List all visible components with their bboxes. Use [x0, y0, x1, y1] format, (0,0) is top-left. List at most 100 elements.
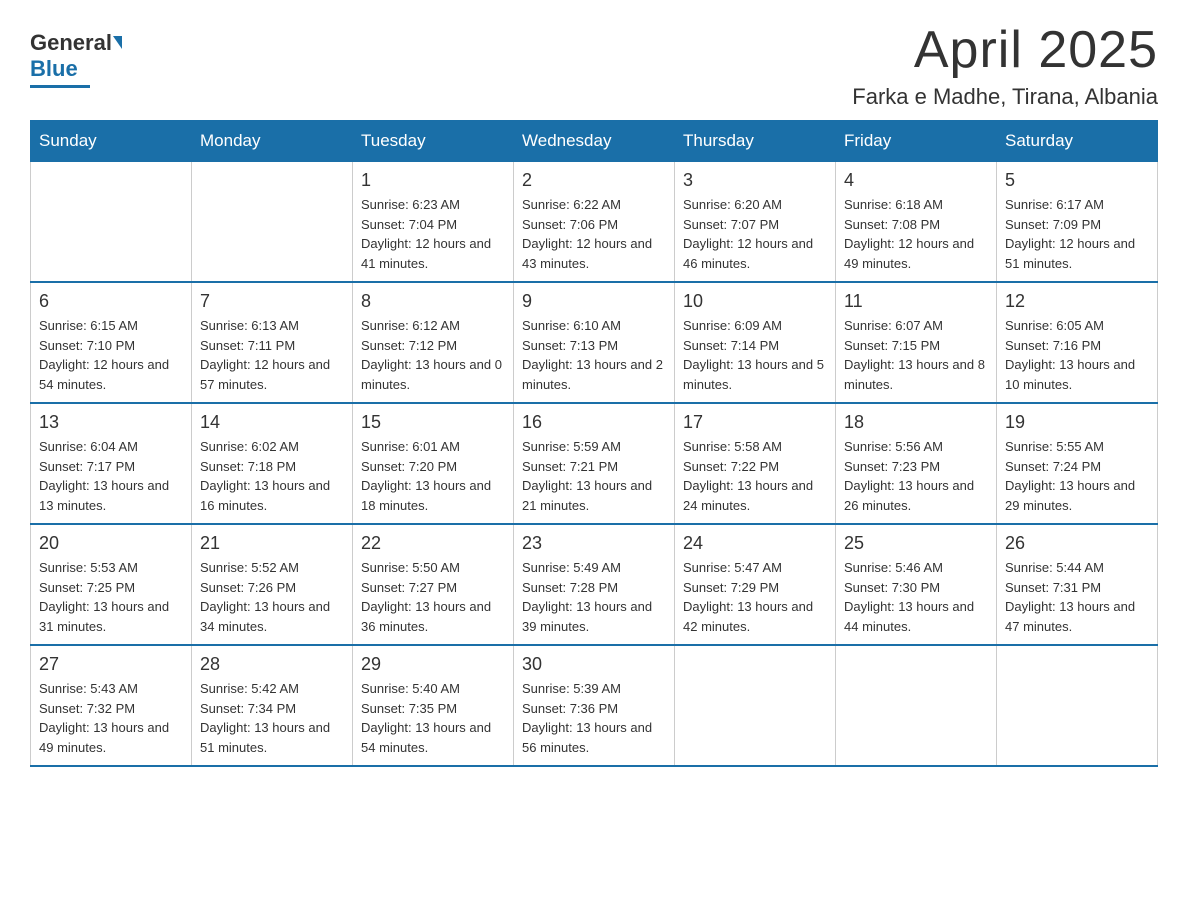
- cell-day-number: 11: [844, 291, 988, 312]
- calendar-day-header: Wednesday: [514, 121, 675, 162]
- cell-info-text: Sunrise: 5:53 AM Sunset: 7:25 PM Dayligh…: [39, 558, 183, 636]
- cell-info-text: Sunrise: 6:07 AM Sunset: 7:15 PM Dayligh…: [844, 316, 988, 394]
- calendar-week-row: 27 Sunrise: 5:43 AM Sunset: 7:32 PM Dayli…: [31, 645, 1158, 766]
- cell-day-number: 18: [844, 412, 988, 433]
- calendar-cell: 25Sunrise: 5:46 AM Sunset: 7:30 PM Dayli…: [836, 524, 997, 645]
- cell-info-text: Sunrise: 6:09 AM Sunset: 7:14 PM Dayligh…: [683, 316, 827, 394]
- calendar-table: SundayMondayTuesdayWednesdayThursdayFrid…: [30, 120, 1158, 767]
- calendar-cell: 2 Sunrise: 6:22 AM Sunset: 7:06 PM Daylig…: [514, 162, 675, 283]
- calendar-cell: 1 Sunrise: 6:23 AM Sunset: 7:04 PM Daylig…: [353, 162, 514, 283]
- calendar-cell: 11 Sunrise: 6:07 AM Sunset: 7:15 PM Dayli…: [836, 282, 997, 403]
- calendar-day-header: Friday: [836, 121, 997, 162]
- cell-day-number: 9: [522, 291, 666, 312]
- cell-day-number: 30: [522, 654, 666, 675]
- calendar-week-row: 13 Sunrise: 6:04 AM Sunset: 7:17 PM Dayli…: [31, 403, 1158, 524]
- cell-day-number: 16: [522, 412, 666, 433]
- cell-info-text: Sunrise: 6:05 AM Sunset: 7:16 PM Dayligh…: [1005, 316, 1149, 394]
- calendar-cell: 23Sunrise: 5:49 AM Sunset: 7:28 PM Dayli…: [514, 524, 675, 645]
- calendar-cell: 20 Sunrise: 5:53 AM Sunset: 7:25 PM Dayli…: [31, 524, 192, 645]
- cell-day-number: 6: [39, 291, 183, 312]
- cell-info-text: Sunrise: 6:18 AM Sunset: 7:08 PM Dayligh…: [844, 195, 988, 273]
- calendar-day-header: Tuesday: [353, 121, 514, 162]
- logo-arrow-icon: [113, 36, 122, 49]
- cell-info-text: Sunrise: 5:44 AM Sunset: 7:31 PM Dayligh…: [1005, 558, 1149, 636]
- cell-info-text: Sunrise: 6:23 AM Sunset: 7:04 PM Dayligh…: [361, 195, 505, 273]
- cell-info-text: Sunrise: 5:40 AM Sunset: 7:35 PM Dayligh…: [361, 679, 505, 757]
- cell-info-text: Sunrise: 6:20 AM Sunset: 7:07 PM Dayligh…: [683, 195, 827, 273]
- calendar-cell: 26 Sunrise: 5:44 AM Sunset: 7:31 PM Dayli…: [997, 524, 1158, 645]
- cell-info-text: Sunrise: 6:22 AM Sunset: 7:06 PM Dayligh…: [522, 195, 666, 273]
- cell-day-number: 24: [683, 533, 827, 554]
- calendar-cell: [997, 645, 1158, 766]
- cell-info-text: Sunrise: 5:39 AM Sunset: 7:36 PM Dayligh…: [522, 679, 666, 757]
- calendar-day-header: Thursday: [675, 121, 836, 162]
- cell-info-text: Sunrise: 6:13 AM Sunset: 7:11 PM Dayligh…: [200, 316, 344, 394]
- calendar-cell: 29Sunrise: 5:40 AM Sunset: 7:35 PM Dayli…: [353, 645, 514, 766]
- cell-day-number: 26: [1005, 533, 1149, 554]
- cell-day-number: 27: [39, 654, 183, 675]
- cell-info-text: Sunrise: 6:01 AM Sunset: 7:20 PM Dayligh…: [361, 437, 505, 515]
- cell-info-text: Sunrise: 5:55 AM Sunset: 7:24 PM Dayligh…: [1005, 437, 1149, 515]
- calendar-cell: 5Sunrise: 6:17 AM Sunset: 7:09 PM Daylig…: [997, 162, 1158, 283]
- calendar-week-row: 20 Sunrise: 5:53 AM Sunset: 7:25 PM Dayli…: [31, 524, 1158, 645]
- calendar-cell: 22 Sunrise: 5:50 AM Sunset: 7:27 PM Dayli…: [353, 524, 514, 645]
- cell-info-text: Sunrise: 5:59 AM Sunset: 7:21 PM Dayligh…: [522, 437, 666, 515]
- logo-blue-text: Blue: [30, 56, 78, 81]
- calendar-cell: 15 Sunrise: 6:01 AM Sunset: 7:20 PM Dayli…: [353, 403, 514, 524]
- logo-general-text: General: [30, 30, 112, 56]
- cell-day-number: 10: [683, 291, 827, 312]
- cell-day-number: 13: [39, 412, 183, 433]
- cell-day-number: 21: [200, 533, 344, 554]
- cell-day-number: 19: [1005, 412, 1149, 433]
- cell-info-text: Sunrise: 5:50 AM Sunset: 7:27 PM Dayligh…: [361, 558, 505, 636]
- calendar-cell: 16 Sunrise: 5:59 AM Sunset: 7:21 PM Dayli…: [514, 403, 675, 524]
- main-title: April 2025: [852, 20, 1158, 80]
- calendar-cell: 14Sunrise: 6:02 AM Sunset: 7:18 PM Dayli…: [192, 403, 353, 524]
- calendar-week-row: 6 Sunrise: 6:15 AM Sunset: 7:10 PM Daylig…: [31, 282, 1158, 403]
- calendar-cell: 24 Sunrise: 5:47 AM Sunset: 7:29 PM Dayli…: [675, 524, 836, 645]
- calendar-cell: 28Sunrise: 5:42 AM Sunset: 7:34 PM Dayli…: [192, 645, 353, 766]
- calendar-cell: 10 Sunrise: 6:09 AM Sunset: 7:14 PM Dayli…: [675, 282, 836, 403]
- cell-info-text: Sunrise: 5:47 AM Sunset: 7:29 PM Dayligh…: [683, 558, 827, 636]
- cell-day-number: 14: [200, 412, 344, 433]
- cell-day-number: 2: [522, 170, 666, 191]
- calendar-cell: 6 Sunrise: 6:15 AM Sunset: 7:10 PM Daylig…: [31, 282, 192, 403]
- cell-info-text: Sunrise: 6:10 AM Sunset: 7:13 PM Dayligh…: [522, 316, 666, 394]
- cell-day-number: 7: [200, 291, 344, 312]
- logo-underline: [30, 85, 90, 88]
- cell-day-number: 12: [1005, 291, 1149, 312]
- calendar-cell: 17Sunrise: 5:58 AM Sunset: 7:22 PM Dayli…: [675, 403, 836, 524]
- cell-day-number: 4: [844, 170, 988, 191]
- calendar-cell: [836, 645, 997, 766]
- logo-blue-part: [112, 36, 122, 51]
- title-block: April 2025 Farka e Madhe, Tirana, Albani…: [852, 20, 1158, 110]
- calendar-cell: [31, 162, 192, 283]
- cell-day-number: 20: [39, 533, 183, 554]
- calendar-cell: 30 Sunrise: 5:39 AM Sunset: 7:36 PM Dayli…: [514, 645, 675, 766]
- cell-day-number: 1: [361, 170, 505, 191]
- calendar-cell: 18Sunrise: 5:56 AM Sunset: 7:23 PM Dayli…: [836, 403, 997, 524]
- cell-info-text: Sunrise: 5:58 AM Sunset: 7:22 PM Dayligh…: [683, 437, 827, 515]
- cell-info-text: Sunrise: 6:04 AM Sunset: 7:17 PM Dayligh…: [39, 437, 183, 515]
- calendar-cell: [192, 162, 353, 283]
- cell-day-number: 23: [522, 533, 666, 554]
- cell-day-number: 8: [361, 291, 505, 312]
- logo: General Blue: [30, 30, 122, 88]
- calendar-cell: 19 Sunrise: 5:55 AM Sunset: 7:24 PM Dayli…: [997, 403, 1158, 524]
- subtitle: Farka e Madhe, Tirana, Albania: [852, 84, 1158, 110]
- cell-info-text: Sunrise: 6:15 AM Sunset: 7:10 PM Dayligh…: [39, 316, 183, 394]
- cell-info-text: Sunrise: 5:46 AM Sunset: 7:30 PM Dayligh…: [844, 558, 988, 636]
- cell-info-text: Sunrise: 5:52 AM Sunset: 7:26 PM Dayligh…: [200, 558, 344, 636]
- cell-day-number: 22: [361, 533, 505, 554]
- calendar-day-header: Sunday: [31, 121, 192, 162]
- cell-info-text: Sunrise: 6:12 AM Sunset: 7:12 PM Dayligh…: [361, 316, 505, 394]
- calendar-cell: 21 Sunrise: 5:52 AM Sunset: 7:26 PM Dayli…: [192, 524, 353, 645]
- calendar-cell: [675, 645, 836, 766]
- calendar-day-header: Monday: [192, 121, 353, 162]
- cell-info-text: Sunrise: 5:43 AM Sunset: 7:32 PM Dayligh…: [39, 679, 183, 757]
- cell-day-number: 15: [361, 412, 505, 433]
- cell-info-text: Sunrise: 6:17 AM Sunset: 7:09 PM Dayligh…: [1005, 195, 1149, 273]
- calendar-cell: 4 Sunrise: 6:18 AM Sunset: 7:08 PM Daylig…: [836, 162, 997, 283]
- calendar-header-row: SundayMondayTuesdayWednesdayThursdayFrid…: [31, 121, 1158, 162]
- page-header: General Blue April 2025 Farka e Madhe, T…: [30, 20, 1158, 110]
